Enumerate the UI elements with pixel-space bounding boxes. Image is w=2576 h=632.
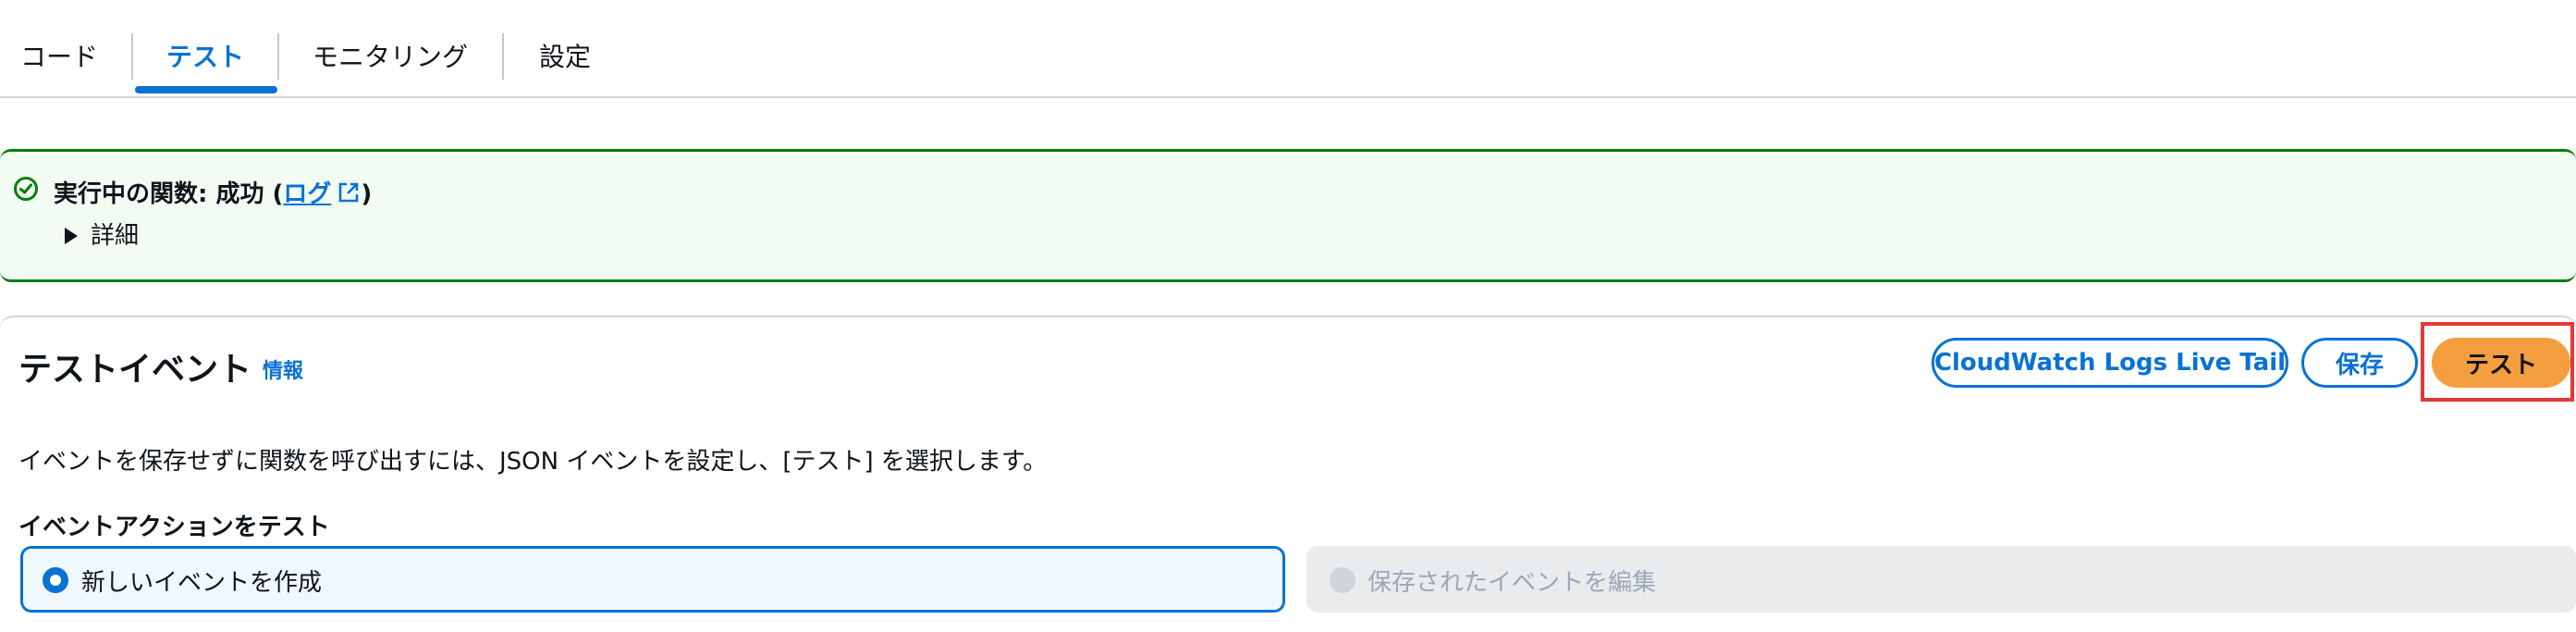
highlight-box <box>2421 322 2574 402</box>
tab-separator <box>131 33 133 80</box>
option-label-create-new: 新しいイベントを作成 <box>81 569 323 597</box>
tab-test[interactable]: テスト <box>166 37 244 74</box>
radio-disabled <box>1330 567 1355 593</box>
tab-code[interactable]: コード <box>20 37 98 74</box>
radio-selected[interactable] <box>43 567 68 593</box>
description-text: イベントを保存せずに関数を呼び出すには、JSON イベントを設定し、[テスト] … <box>18 448 1048 476</box>
check-circle-icon <box>14 177 38 201</box>
alert-title: 実行中の関数: 成功 (ログ ) <box>54 175 372 209</box>
cloudwatch-live-tail-button[interactable]: CloudWatch Logs Live Tail <box>1932 338 2288 388</box>
tab-monitoring[interactable]: モニタリング <box>313 37 468 74</box>
success-alert <box>0 149 2576 282</box>
details-label: 詳細 <box>91 222 140 250</box>
alert-title-text: 実行中の関数: 成功 ( <box>54 180 284 208</box>
panel-title: テストイベント <box>18 351 252 389</box>
tab-bar: コード テスト モニタリング 設定 <box>0 0 2576 98</box>
tab-settings[interactable]: 設定 <box>539 37 591 74</box>
event-action-label: イベントアクションをテスト <box>18 514 330 541</box>
active-tab-indicator <box>135 86 277 93</box>
tab-separator <box>277 33 279 80</box>
save-button[interactable]: 保存 <box>2301 338 2418 388</box>
log-link[interactable]: ログ <box>283 180 361 208</box>
external-link-icon <box>339 182 359 203</box>
tab-separator <box>502 33 504 80</box>
alert-title-suffix: ) <box>361 180 373 208</box>
info-link[interactable]: 情報 <box>263 354 303 384</box>
option-label-edit-saved: 保存されたイベントを編集 <box>1368 569 1657 597</box>
details-expander[interactable]: 詳細 <box>65 217 139 251</box>
caret-right-icon <box>65 228 78 244</box>
